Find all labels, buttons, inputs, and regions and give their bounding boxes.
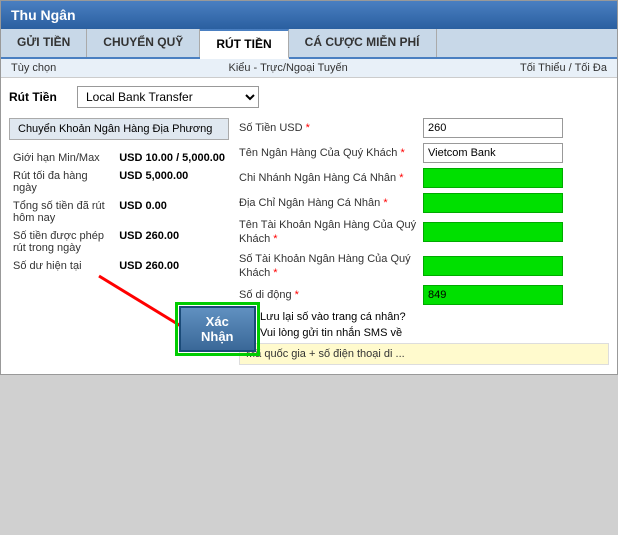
label-ten-ngan-hang: Tên Ngân Hàng Của Quý Khách * (239, 146, 419, 160)
window-title: Thu Ngân (11, 7, 76, 23)
tab-gui-tien[interactable]: GỬI TIỀN (1, 29, 87, 57)
note-box: Mã quốc gia + số điện thoại di ... (239, 343, 609, 365)
tab-chuyen-quy[interactable]: CHUYỂN QUỸ (87, 29, 200, 57)
checkbox-save-label: Lưu lại số vào trang cá nhân? (260, 311, 406, 323)
label-ten-tai-khoan: Tên Tài Khoản Ngân Hàng Của Quý Khách * (239, 218, 419, 247)
note-text: Mã quốc gia + số điện thoại di ... (246, 348, 405, 360)
checkbox-row-sms: Vui lòng gửi tin nhắn SMS về (243, 326, 609, 339)
input-chi-nhanh[interactable] (423, 168, 563, 188)
tab-bar: GỬI TIỀN CHUYỂN QUỸ RÚT TIỀN CÁ CƯỢC MIỄ… (1, 29, 617, 59)
input-ten-ngan-hang[interactable] (423, 143, 563, 163)
input-dia-chi[interactable] (423, 193, 563, 213)
form-row-ten-tai-khoan: Tên Tài Khoản Ngân Hàng Của Quý Khách * (239, 218, 609, 247)
local-bank-button[interactable]: Chuyển Khoản Ngân Hàng Địa Phương (9, 118, 229, 140)
input-so-tien[interactable] (423, 118, 563, 138)
info-value-allowed: USD 260.00 (117, 228, 227, 256)
info-label-max-daily: Rút tối đa hàng ngày (11, 168, 115, 196)
input-so-tai-khoan[interactable] (423, 256, 563, 276)
info-row-today-total: Tổng số tiền đã rút hôm nay USD 0.00 (11, 198, 227, 226)
left-panel: Chuyển Khoản Ngân Hàng Địa Phương Giới h… (9, 118, 229, 366)
tab-ca-cuoc[interactable]: CÁ CƯỢC MIỄN PHÍ (289, 29, 437, 57)
rut-tien-label: Rút Tiền (9, 90, 69, 104)
info-value-limit: USD 10.00 / 5,000.00 (117, 150, 227, 166)
confirm-button-wrapper: Xác Nhận (179, 306, 256, 352)
main-window: Thu Ngân GỬI TIỀN CHUYỂN QUỸ RÚT TIỀN CÁ… (0, 0, 618, 375)
title-bar: Thu Ngân (1, 1, 617, 29)
info-value-max-daily: USD 5,000.00 (117, 168, 227, 196)
info-value-today-total: USD 0.00 (117, 198, 227, 226)
info-label-today-total: Tổng số tiền đã rút hôm nay (11, 198, 115, 226)
checkbox-row-save: Lưu lại số vào trang cá nhân? (243, 310, 609, 323)
form-row-ten-ngan-hang: Tên Ngân Hàng Của Quý Khách * (239, 143, 609, 163)
content-area: Rút Tiền Local Bank Transfer Chuyển Khoả… (1, 78, 617, 374)
form-row-chi-nhanh: Chi Nhánh Ngân Hàng Cá Nhân * (239, 168, 609, 188)
info-row-max-daily: Rút tối đa hàng ngày USD 5,000.00 (11, 168, 227, 196)
right-panel: Số Tiền USD * Tên Ngân Hàng Của Quý Khác… (239, 118, 609, 366)
sub-header-right: Tối Thiểu / Tối Đa (520, 62, 607, 74)
info-row-allowed: Số tiền được phép rút trong ngày USD 260… (11, 228, 227, 256)
sub-header-left: Tùy chọn (11, 62, 56, 74)
arrow-area: Xác Nhận (9, 286, 229, 366)
info-row-limit: Giới hạn Min/Max USD 10.00 / 5,000.00 (11, 150, 227, 166)
form-row-so-tai-khoan: Số Tài Khoản Ngân Hàng Của Quý Khách * (239, 252, 609, 281)
label-so-tai-khoan: Số Tài Khoản Ngân Hàng Của Quý Khách * (239, 252, 419, 281)
label-dia-chi: Địa Chỉ Ngân Hàng Cá Nhân * (239, 196, 419, 210)
label-so-di-dong: Số di động * (239, 288, 419, 302)
rut-tien-row: Rút Tiền Local Bank Transfer (9, 86, 609, 108)
input-so-di-dong[interactable] (423, 285, 563, 305)
main-area: Chuyển Khoản Ngân Hàng Địa Phương Giới h… (9, 118, 609, 366)
bank-type-select-wrapper: Local Bank Transfer (77, 86, 259, 108)
form-row-so-tien: Số Tiền USD * (239, 118, 609, 138)
form-row-dia-chi: Địa Chỉ Ngân Hàng Cá Nhân * (239, 193, 609, 213)
label-chi-nhanh: Chi Nhánh Ngân Hàng Cá Nhân * (239, 171, 419, 185)
form-row-so-di-dong: Số di động * (239, 285, 609, 305)
checkbox-sms-label: Vui lòng gửi tin nhắn SMS về (260, 327, 402, 339)
confirm-button[interactable]: Xác Nhận (179, 306, 256, 352)
info-label-limit: Giới hạn Min/Max (11, 150, 115, 166)
sub-header-middle: Kiểu - Trực/Ngoại Tuyến (228, 62, 347, 74)
tab-rut-tien[interactable]: RÚT TIỀN (200, 29, 288, 59)
bank-type-select[interactable]: Local Bank Transfer (78, 87, 258, 107)
input-ten-tai-khoan[interactable] (423, 222, 563, 242)
sub-header: Tùy chọn Kiểu - Trực/Ngoại Tuyến Tối Thi… (1, 59, 617, 78)
info-table: Giới hạn Min/Max USD 10.00 / 5,000.00 Rú… (9, 148, 229, 276)
info-label-allowed: Số tiền được phép rút trong ngày (11, 228, 115, 256)
label-so-tien: Số Tiền USD * (239, 121, 419, 135)
